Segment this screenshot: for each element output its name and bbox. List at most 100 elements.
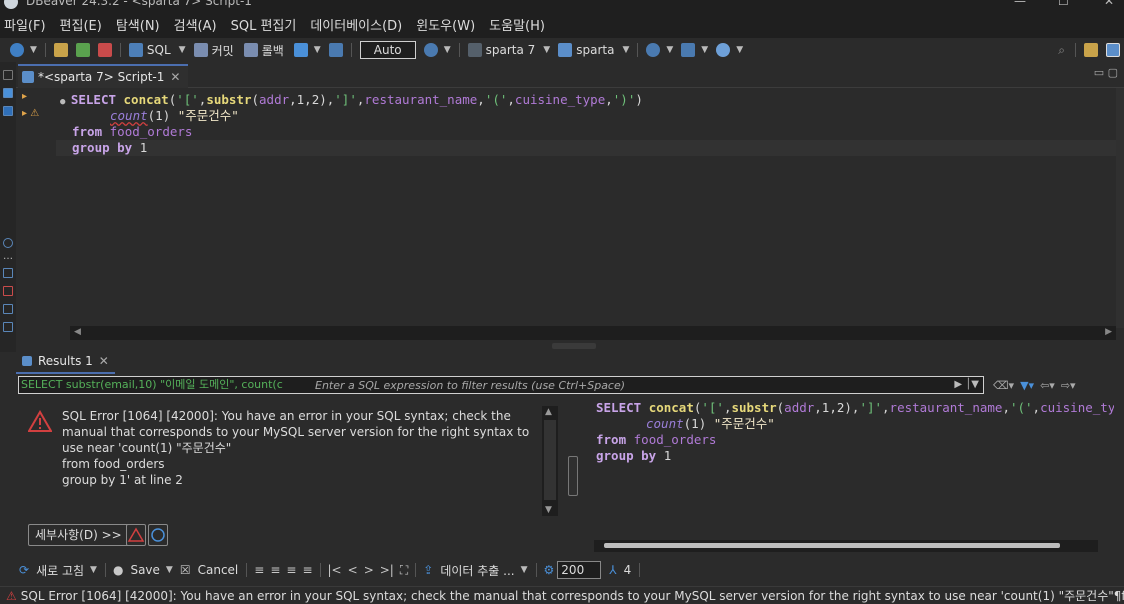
- search-error-button[interactable]: [148, 524, 168, 546]
- menu-window[interactable]: 윈도우(W): [412, 15, 483, 34]
- chevron-down-icon[interactable]: ▼: [444, 45, 451, 55]
- menu-help[interactable]: 도움말(H): [485, 15, 553, 34]
- layout-icon[interactable]: [681, 43, 696, 57]
- scroll-left-icon[interactable]: ◀: [74, 327, 81, 337]
- tab-script-1[interactable]: *<sparta 7> Script-1 ✕: [18, 64, 189, 88]
- edit-row-icon[interactable]: ≡: [254, 563, 264, 577]
- save-icon[interactable]: ●: [113, 563, 123, 577]
- minimize-button[interactable]: —: [1014, 0, 1026, 8]
- transaction-icon[interactable]: [293, 43, 308, 57]
- menu-database[interactable]: 데이터베이스(D): [306, 15, 410, 34]
- refresh-icon[interactable]: ⟳: [19, 563, 29, 577]
- first-page-icon[interactable]: |<: [328, 563, 342, 577]
- settings-icon[interactable]: [3, 238, 13, 248]
- chevron-down-icon[interactable]: ▼: [543, 45, 550, 55]
- panel-split-handle[interactable]: [568, 456, 578, 496]
- chevron-down-icon[interactable]: ▼: [736, 45, 743, 55]
- tips-icon[interactable]: [716, 43, 731, 57]
- sql-editor-icon[interactable]: [128, 43, 143, 57]
- error-log-icon[interactable]: [3, 286, 13, 296]
- chevron-down-icon[interactable]: ▼: [179, 45, 186, 55]
- cloud-icon[interactable]: [646, 43, 661, 57]
- eraser-icon[interactable]: ⌫▾: [993, 379, 1014, 392]
- copy-row-icon[interactable]: ≡: [286, 563, 296, 577]
- scroll-up-icon[interactable]: ▲: [545, 407, 552, 417]
- fetch-all-icon[interactable]: ⛶: [400, 563, 408, 578]
- rollback-button[interactable]: 롤백: [262, 42, 284, 59]
- filter-icon[interactable]: ▼▾: [1020, 379, 1034, 392]
- export-data-icon[interactable]: ⇪: [423, 563, 433, 577]
- fetch-size-input[interactable]: [557, 561, 602, 579]
- export-data-button[interactable]: 데이터 추출 ...: [440, 562, 514, 579]
- disconnect-icon[interactable]: [75, 43, 90, 57]
- bookmark-icon[interactable]: [3, 304, 13, 314]
- scroll-thumb[interactable]: [604, 543, 1060, 548]
- filter-apply-icon[interactable]: ▶ │▼: [954, 377, 979, 393]
- database-navigator-icon[interactable]: [3, 88, 13, 98]
- filter-input[interactable]: [315, 377, 955, 393]
- details-button[interactable]: 세부사항(D) >>: [28, 524, 129, 546]
- filter-history-text[interactable]: SELECT substr(email,10) "이메일 도메인", count…: [21, 377, 299, 393]
- pin-icon[interactable]: [3, 70, 13, 80]
- chevron-down-icon[interactable]: ▼: [314, 45, 321, 55]
- menu-navigate[interactable]: 탐색(N): [112, 15, 168, 34]
- schema-icon[interactable]: [558, 43, 573, 57]
- close-icon[interactable]: ✕: [99, 354, 109, 368]
- editor-text-area[interactable]: ● SELECT concat('[',substr(addr,1,2),']'…: [56, 88, 1116, 328]
- cancel-button[interactable]: Cancel: [198, 563, 239, 577]
- last-page-icon[interactable]: >|: [380, 563, 394, 577]
- minimize-editor-icon[interactable]: ▭ ▢: [1094, 66, 1118, 79]
- chevron-down-icon[interactable]: ▼: [90, 565, 97, 575]
- editor-vertical-scrollbar[interactable]: [1116, 88, 1124, 328]
- scroll-thumb[interactable]: [544, 420, 556, 500]
- active-connection-selector[interactable]: sparta 7: [486, 43, 536, 57]
- preview-vertical-scrollbar[interactable]: [1114, 396, 1124, 536]
- menu-edit[interactable]: 편집(E): [56, 15, 110, 34]
- menu-file[interactable]: 파일(F): [0, 15, 54, 34]
- error-scrollbar[interactable]: ▲ ▼: [542, 406, 558, 516]
- maximize-button[interactable]: ☐: [1058, 0, 1069, 8]
- close-icon[interactable]: ✕: [170, 70, 180, 84]
- chevron-down-icon[interactable]: ▼: [666, 45, 673, 55]
- delete-row-icon[interactable]: ≡: [302, 563, 312, 577]
- execute-arrow-icon[interactable]: ▸: [22, 91, 27, 102]
- previous-page-icon[interactable]: <: [348, 563, 358, 577]
- commit-icon[interactable]: [193, 43, 208, 57]
- refresh-button[interactable]: 새로 고침: [36, 562, 84, 579]
- save-button[interactable]: Save: [130, 563, 159, 577]
- show-error-log-button[interactable]: [126, 524, 146, 546]
- chevron-down-icon[interactable]: ▼: [30, 45, 37, 55]
- sql-editor[interactable]: ▸ ▸ ⚠ ● SELECT concat('[',substr(addr,1,…: [16, 88, 1124, 343]
- forward-icon[interactable]: ⇨▾: [1061, 379, 1076, 392]
- preview-horizontal-scrollbar[interactable]: [594, 540, 1098, 552]
- chevron-down-icon[interactable]: ▼: [701, 45, 708, 55]
- warning-icon[interactable]: ▸ ⚠: [22, 108, 39, 119]
- projects-icon[interactable]: [3, 106, 13, 116]
- lock-icon[interactable]: [328, 43, 343, 57]
- chevron-down-icon[interactable]: ▼: [521, 565, 528, 575]
- menu-sql-editor[interactable]: SQL 편집기: [227, 15, 305, 34]
- chevron-down-icon[interactable]: ▼: [622, 45, 629, 55]
- invalidate-icon[interactable]: [97, 43, 112, 57]
- menu-search[interactable]: 검색(A): [170, 15, 225, 34]
- outline-icon[interactable]: [3, 322, 13, 332]
- editor-horizontal-scrollbar[interactable]: ◀ ▶: [70, 326, 1116, 340]
- rollback-icon[interactable]: [243, 43, 258, 57]
- more-icon[interactable]: …: [3, 252, 13, 264]
- add-row-icon[interactable]: ≡: [270, 563, 280, 577]
- close-window-button[interactable]: ✕: [1104, 0, 1114, 8]
- next-page-icon[interactable]: >: [364, 563, 374, 577]
- cancel-icon[interactable]: ☒: [180, 563, 191, 577]
- connect-icon[interactable]: [53, 43, 68, 57]
- datasource-icon[interactable]: [467, 43, 482, 57]
- scroll-down-icon[interactable]: ▼: [545, 505, 552, 515]
- new-connection-icon[interactable]: [10, 43, 24, 57]
- export-icon[interactable]: [3, 268, 13, 278]
- commit-button[interactable]: 커밋: [212, 42, 234, 59]
- active-schema-selector[interactable]: sparta: [576, 43, 614, 57]
- dbeaver-perspective-icon[interactable]: [1106, 43, 1120, 57]
- editor-results-sash[interactable]: [552, 343, 596, 349]
- transaction-mode-box[interactable]: Auto: [359, 41, 416, 59]
- tab-results-1[interactable]: Results 1 ✕: [16, 350, 115, 374]
- perspective-icon[interactable]: [1084, 43, 1098, 57]
